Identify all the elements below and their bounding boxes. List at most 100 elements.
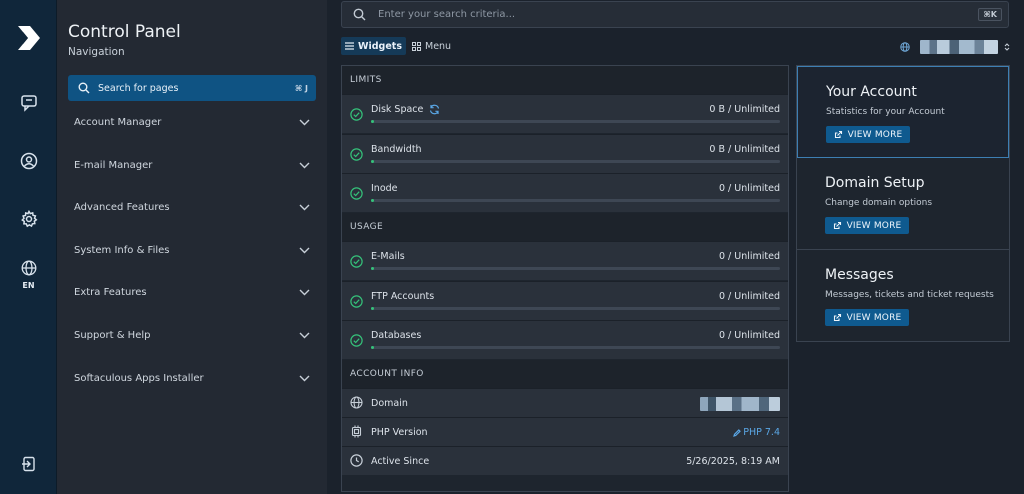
view-more-label: VIEW MORE — [847, 129, 903, 140]
view-more-label: VIEW MORE — [846, 312, 902, 323]
usage-row-emails: E-Mails 0 / Unlimited — [342, 241, 788, 280]
widgets-view-toggle[interactable]: Widgets — [341, 37, 406, 55]
language-code: EN — [22, 281, 35, 290]
stats-panel: LIMITS Disk Space 0 B / Unlimited Bandwi… — [341, 65, 789, 492]
usage-value: 0 / Unlimited — [718, 251, 780, 262]
card-description: Statistics for your Account — [826, 107, 945, 117]
gear-icon[interactable] — [0, 210, 57, 228]
card-domain-setup: Domain Setup Change domain options VIEW … — [797, 158, 1009, 250]
list-icon — [345, 42, 354, 50]
php-version-value: PHP 7.4 — [743, 427, 780, 438]
chat-icon[interactable] — [0, 94, 57, 112]
limit-value: 0 / Unlimited — [718, 183, 780, 194]
view-more-button[interactable]: VIEW MORE — [825, 309, 909, 326]
nav-item-label: Account Manager — [74, 116, 162, 128]
menu-view-toggle[interactable]: Menu — [412, 37, 451, 55]
view-more-label: VIEW MORE — [846, 220, 902, 231]
limits-heading: LIMITS — [342, 66, 788, 94]
usage-bar — [371, 160, 780, 163]
refresh-icon[interactable] — [429, 104, 440, 115]
nav-item-system-info-files[interactable]: System Info & Files — [74, 241, 310, 259]
info-label: Domain — [371, 398, 408, 409]
chevron-down-icon — [299, 375, 310, 381]
search-icon — [78, 82, 90, 94]
usage-bar-fill — [371, 199, 374, 202]
global-search-placeholder: Enter your search criteria... — [378, 9, 516, 20]
card-messages: Messages Messages, tickets and ticket re… — [797, 250, 1009, 342]
check-circle-icon — [350, 255, 363, 268]
limit-row-inode: Inode 0 / Unlimited — [342, 173, 788, 212]
active-since-value: 5/26/2025, 8:19 AM — [686, 456, 780, 467]
usage-name: E-Mails — [371, 251, 405, 262]
card-title: Your Account — [826, 84, 917, 100]
nav-item-account-manager[interactable]: Account Manager — [74, 113, 310, 131]
limit-name: Disk Space — [371, 104, 440, 115]
info-row-active-since: Active Since 5/26/2025, 8:19 AM — [342, 446, 788, 475]
usage-bar — [371, 199, 780, 202]
sort-icon — [1004, 43, 1010, 51]
logout-icon[interactable] — [0, 456, 57, 472]
info-label: PHP Version — [371, 427, 428, 438]
page-search-shortcut: ⌘ J — [294, 83, 308, 93]
usage-bar — [371, 307, 780, 310]
nav-item-softaculous[interactable]: Softaculous Apps Installer — [74, 369, 310, 387]
user-icon[interactable] — [0, 152, 57, 170]
usage-bar-fill — [371, 267, 374, 270]
nav-item-support-help[interactable]: Support & Help — [74, 326, 310, 344]
page-search-button[interactable]: Search for pages ⌘ J — [68, 75, 316, 101]
nav-item-advanced-features[interactable]: Advanced Features — [74, 198, 310, 216]
usage-bar-fill — [371, 307, 374, 310]
card-description: Change domain options — [825, 198, 933, 208]
globe-icon — [21, 260, 36, 276]
search-icon — [353, 8, 366, 21]
nav-item-label: System Info & Files — [74, 244, 170, 256]
nav-item-label: Advanced Features — [74, 201, 170, 213]
usage-row-ftp-accounts: FTP Accounts 0 / Unlimited — [342, 281, 788, 320]
domain-selector[interactable] — [900, 38, 1010, 56]
usage-row-databases: Databases 0 / Unlimited — [342, 320, 788, 359]
clock-icon — [350, 454, 363, 467]
global-search-bar[interactable]: Enter your search criteria... ⌘K — [341, 1, 1009, 28]
globe-icon — [350, 396, 363, 409]
limit-name: Inode — [371, 183, 398, 194]
view-more-button[interactable]: VIEW MORE — [825, 217, 909, 234]
info-row-php-version: PHP Version PHP 7.4 — [342, 417, 788, 446]
language-selector[interactable]: EN — [0, 260, 57, 290]
usage-value: 0 / Unlimited — [718, 330, 780, 341]
usage-bar — [371, 120, 780, 123]
logo-icon[interactable] — [0, 24, 57, 52]
check-circle-icon — [350, 148, 363, 161]
check-circle-icon — [350, 108, 363, 121]
limit-name: Bandwidth — [371, 144, 422, 155]
check-circle-icon — [350, 295, 363, 308]
redacted-domain — [920, 40, 998, 54]
nav-item-email-manager[interactable]: E-mail Manager — [74, 156, 310, 174]
nav-item-extra-features[interactable]: Extra Features — [74, 283, 310, 301]
view-more-button[interactable]: VIEW MORE — [826, 126, 910, 143]
card-description: Messages, tickets and ticket requests — [825, 290, 994, 300]
usage-name: FTP Accounts — [371, 291, 435, 302]
usage-value: 0 / Unlimited — [718, 291, 780, 302]
limit-row-bandwidth: Bandwidth 0 B / Unlimited — [342, 134, 788, 173]
usage-bar-fill — [371, 120, 374, 123]
link-icon — [833, 221, 841, 230]
redacted-domain — [700, 397, 780, 411]
icon-rail: EN — [0, 0, 57, 494]
navigation-panel: Control Panel Navigation Search for page… — [57, 0, 327, 494]
link-icon — [833, 313, 841, 322]
usage-name: Databases — [371, 330, 422, 341]
php-version-link[interactable]: PHP 7.4 — [733, 427, 780, 438]
global-search-shortcut: ⌘K — [978, 8, 1002, 21]
page-search-label: Search for pages — [98, 82, 179, 94]
usage-bar — [371, 267, 780, 270]
nav-item-label: Extra Features — [74, 286, 147, 298]
chevron-down-icon — [299, 247, 310, 253]
info-row-domain: Domain — [342, 388, 788, 417]
chevron-down-icon — [299, 204, 310, 210]
chevron-down-icon — [299, 332, 310, 338]
nav-item-label: E-mail Manager — [74, 159, 153, 171]
usage-heading: USAGE — [342, 213, 788, 241]
limit-name-text: Disk Space — [371, 104, 424, 115]
panel-subtitle: Navigation — [68, 46, 125, 58]
menu-view-label: Menu — [425, 40, 452, 52]
